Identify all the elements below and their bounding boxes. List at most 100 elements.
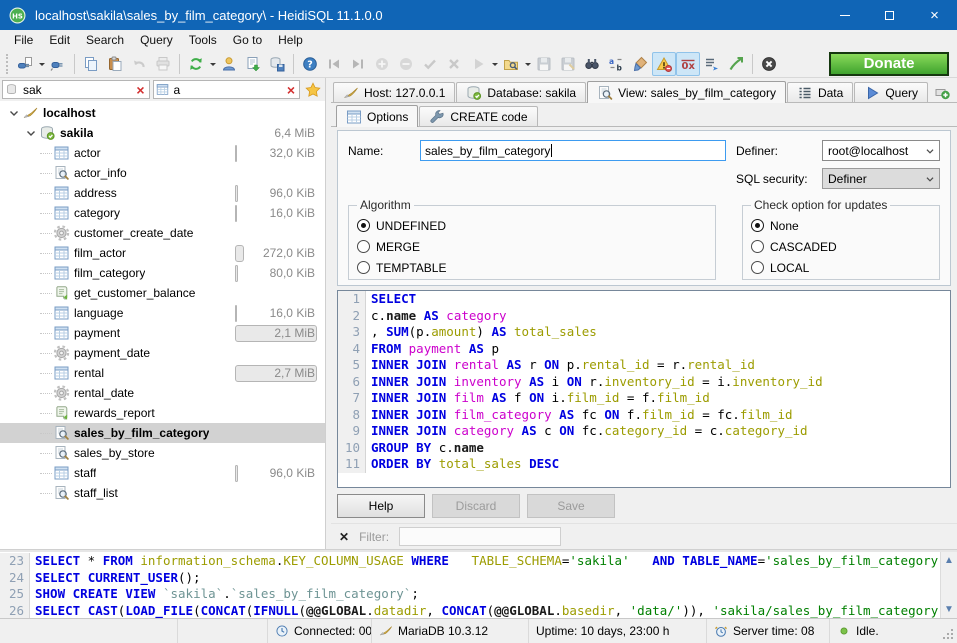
sql-security-select[interactable]: Definer: [822, 168, 940, 189]
tab-host-127-0-0-1[interactable]: Host: 127.0.0.1: [333, 82, 455, 102]
reconnect-button[interactable]: [724, 52, 748, 76]
favorites-filter-button[interactable]: [303, 80, 323, 99]
radio-none[interactable]: None: [751, 215, 929, 236]
chevron-down-icon[interactable]: [6, 105, 22, 121]
paste-button[interactable]: [103, 52, 127, 76]
scroll-down-icon[interactable]: ▼: [942, 602, 957, 617]
radio-undefined[interactable]: UNDEFINED: [357, 215, 705, 236]
toolbar-grip[interactable]: [6, 54, 9, 74]
find-text-button[interactable]: [580, 52, 604, 76]
close-button[interactable]: ×: [912, 0, 957, 30]
subtab-create-code[interactable]: CREATE code: [419, 106, 537, 126]
print-button[interactable]: [151, 52, 175, 76]
query-log[interactable]: 23SELECT * FROM information_schema.KEY_C…: [0, 552, 957, 618]
definer-select[interactable]: root@localhost: [822, 140, 940, 161]
insert-snippet-button[interactable]: [700, 52, 724, 76]
tab-database-sakila[interactable]: Database: sakila: [456, 82, 586, 102]
tree-item-payment[interactable]: payment2,1 MiB: [0, 323, 325, 343]
sql-editor[interactable]: 1SELECT2c.name AS category3, SUM(p.amoun…: [337, 290, 951, 488]
menu-item-tools[interactable]: Tools: [181, 31, 225, 49]
replace-text-button[interactable]: ab: [604, 52, 628, 76]
help-button[interactable]: ?: [298, 52, 322, 76]
close-filter-icon[interactable]: ✕: [339, 531, 349, 543]
reformat-sql-button[interactable]: [628, 52, 652, 76]
database-filter-input[interactable]: [21, 82, 134, 98]
save-button[interactable]: Save: [527, 494, 615, 518]
tree-item-localhost[interactable]: localhost: [0, 103, 325, 123]
delete-record-button[interactable]: [394, 52, 418, 76]
maximize-button[interactable]: [867, 0, 912, 30]
menu-item-edit[interactable]: Edit: [41, 31, 78, 49]
stop-process-button[interactable]: [757, 52, 781, 76]
binary-as-hex-button[interactable]: 0x: [676, 52, 700, 76]
minimize-button[interactable]: [822, 0, 867, 30]
tree-item-staff[interactable]: staff96,0 KiB: [0, 463, 325, 483]
radio-local[interactable]: LOCAL: [751, 257, 929, 278]
tree-item-actor_info[interactable]: actor_info: [0, 163, 325, 183]
menu-item-search[interactable]: Search: [78, 31, 132, 49]
undo-button[interactable]: [127, 52, 151, 76]
tree-item-sales_by_store[interactable]: sales_by_store: [0, 443, 325, 463]
open-sql-file-button[interactable]: [499, 52, 523, 76]
clear-database-filter-icon[interactable]: ×: [134, 83, 146, 97]
tree-item-rental[interactable]: rental2,7 MiB: [0, 363, 325, 383]
tree-item-sales_by_film_category[interactable]: sales_by_film_category: [0, 423, 325, 443]
tab-data[interactable]: Data: [787, 82, 853, 102]
tab-query[interactable]: Query: [854, 82, 928, 102]
donate-button[interactable]: Donate: [829, 52, 949, 76]
filter-input[interactable]: [399, 527, 561, 546]
save-data-button[interactable]: [265, 52, 289, 76]
tree-item-payment_date[interactable]: payment_date: [0, 343, 325, 363]
tab-view-sales-by-film-category[interactable]: View: sales_by_film_category: [587, 81, 786, 103]
post-record-button[interactable]: [418, 52, 442, 76]
tree-item-rental_date[interactable]: rental_date: [0, 383, 325, 403]
radio-merge[interactable]: MERGE: [357, 236, 705, 257]
tree-item-category[interactable]: category16,0 KiB: [0, 203, 325, 223]
refresh-button[interactable]: [184, 52, 208, 76]
menu-item-query[interactable]: Query: [132, 31, 181, 49]
tree-item-staff_list[interactable]: staff_list: [0, 483, 325, 503]
tree-item-customer_create_date[interactable]: customer_create_date: [0, 223, 325, 243]
radio-temptable[interactable]: TEMPTABLE: [357, 257, 705, 278]
refresh-dropdown-icon[interactable]: [208, 52, 217, 76]
scroll-up-icon[interactable]: ▲: [942, 553, 957, 568]
radio-cascaded[interactable]: CASCADED: [751, 236, 929, 257]
run-query-button[interactable]: [466, 52, 490, 76]
tree-item-sakila[interactable]: sakila6,4 MiB: [0, 123, 325, 143]
tree-item-rewards_report[interactable]: rewards_report: [0, 403, 325, 423]
tree-item-film_category[interactable]: film_category80,0 KiB: [0, 263, 325, 283]
tree-item-actor[interactable]: actor32,0 KiB: [0, 143, 325, 163]
log-scrollbar[interactable]: ▲ ▼: [940, 552, 957, 618]
cancel-edit-button[interactable]: [442, 52, 466, 76]
first-record-button[interactable]: [322, 52, 346, 76]
tree-item-address[interactable]: address96,0 KiB: [0, 183, 325, 203]
help-button[interactable]: Help: [337, 494, 425, 518]
resize-grip[interactable]: [951, 637, 953, 639]
session-manager-dropdown-icon[interactable]: [37, 52, 46, 76]
export-database-button[interactable]: [241, 52, 265, 76]
run-query-dropdown-icon[interactable]: [490, 52, 499, 76]
discard-button[interactable]: Discard: [432, 494, 520, 518]
menu-item-go-to[interactable]: Go to: [225, 31, 270, 49]
save-sql-button[interactable]: [532, 52, 556, 76]
highlight-errors-button[interactable]: [652, 52, 676, 76]
open-sql-file-dropdown-icon[interactable]: [523, 52, 532, 76]
clear-table-filter-icon[interactable]: ×: [285, 83, 297, 97]
menu-item-help[interactable]: Help: [270, 31, 311, 49]
tree-item-film_actor[interactable]: film_actor272,0 KiB: [0, 243, 325, 263]
view-name-input[interactable]: sales_by_film_category: [420, 140, 726, 161]
last-record-button[interactable]: [346, 52, 370, 76]
session-manager-button[interactable]: [13, 52, 37, 76]
copy-button[interactable]: [79, 52, 103, 76]
menu-item-file[interactable]: File: [6, 31, 41, 49]
save-sql-as-button[interactable]: [556, 52, 580, 76]
insert-record-button[interactable]: [370, 52, 394, 76]
tree-item-language[interactable]: language16,0 KiB: [0, 303, 325, 323]
new-query-tab-button[interactable]: [929, 82, 955, 102]
disconnect-button[interactable]: [46, 52, 70, 76]
chevron-down-icon[interactable]: [23, 125, 39, 141]
tree-item-get_customer_balance[interactable]: get_customer_balance: [0, 283, 325, 303]
table-filter-input[interactable]: [172, 82, 285, 98]
user-manager-button[interactable]: [217, 52, 241, 76]
subtab-options[interactable]: Options: [336, 105, 418, 127]
